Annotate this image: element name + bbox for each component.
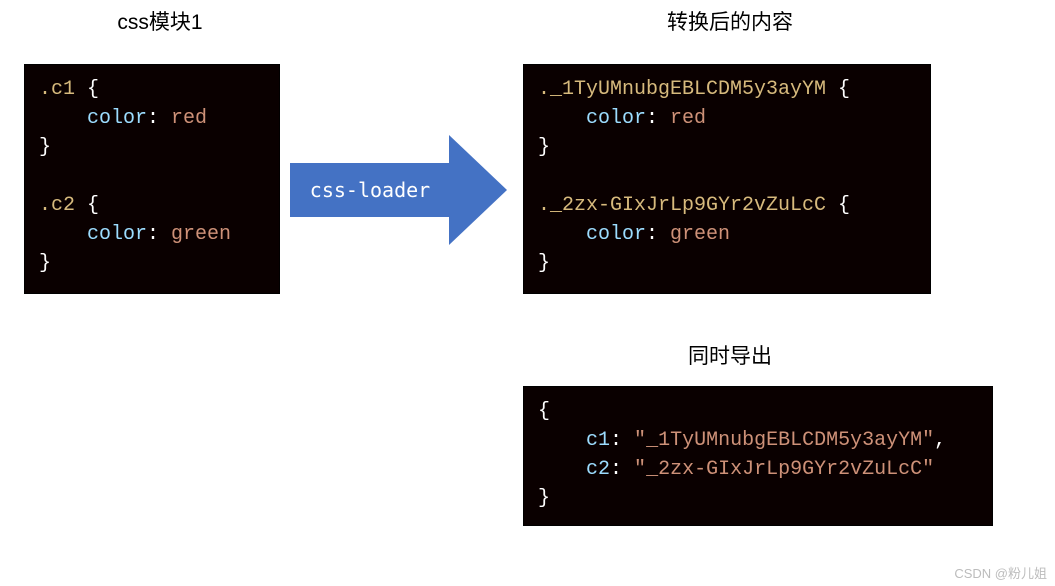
colon: : (147, 107, 171, 130)
brace-open: { (75, 78, 99, 101)
brace-close: } (39, 136, 51, 159)
mapping-key: c1 (586, 429, 610, 452)
brace-open: { (538, 400, 550, 423)
export-title: 同时导出 (660, 340, 800, 370)
selector-text: ._1TyUMnubgEBLCDM5y3ayYM (538, 78, 826, 101)
selector-text: .c1 (39, 78, 75, 101)
selector-text: .c2 (39, 194, 75, 217)
transform-arrow: css-loader (290, 135, 510, 245)
arrow-label: css-loader (310, 178, 430, 202)
transformed-title: 转换后的内容 (640, 6, 820, 36)
arrow-shaft: css-loader (290, 163, 450, 217)
css-property: color (586, 223, 646, 246)
css-property: color (87, 107, 147, 130)
css-value: green (171, 223, 231, 246)
mapping-key: c2 (586, 458, 610, 481)
css-property: color (586, 107, 646, 130)
arrow-head-icon (449, 135, 507, 245)
css-value: red (171, 107, 207, 130)
export-mapping-codebox: { c1: "_1TyUMnubgEBLCDM5y3ayYM", c2: "_2… (523, 386, 993, 526)
colon: : (147, 223, 171, 246)
brace-close: } (538, 252, 550, 275)
comma: , (934, 429, 946, 452)
transformed-css-codebox: ._1TyUMnubgEBLCDM5y3ayYM { color: red } … (523, 64, 931, 294)
css-value: red (670, 107, 706, 130)
selector-text: ._2zx-GIxJrLp9GYr2vZuLcC (538, 194, 826, 217)
colon: : (610, 458, 634, 481)
brace-close: } (39, 252, 51, 275)
css-value: green (670, 223, 730, 246)
brace-close: } (538, 136, 550, 159)
mapping-value: "_2zx-GIxJrLp9GYr2vZuLcC" (634, 458, 934, 481)
watermark-text: CSDN @粉儿姐 (954, 563, 1047, 582)
colon: : (646, 223, 670, 246)
brace-open: { (826, 78, 850, 101)
css-property: color (87, 223, 147, 246)
source-css-codebox: .c1 { color: red } .c2 { color: green } (24, 64, 280, 294)
brace-open: { (75, 194, 99, 217)
colon: : (646, 107, 670, 130)
mapping-value: "_1TyUMnubgEBLCDM5y3ayYM" (634, 429, 934, 452)
brace-close: } (538, 487, 550, 510)
source-title: css模块1 (100, 6, 220, 36)
brace-open: { (826, 194, 850, 217)
colon: : (610, 429, 634, 452)
